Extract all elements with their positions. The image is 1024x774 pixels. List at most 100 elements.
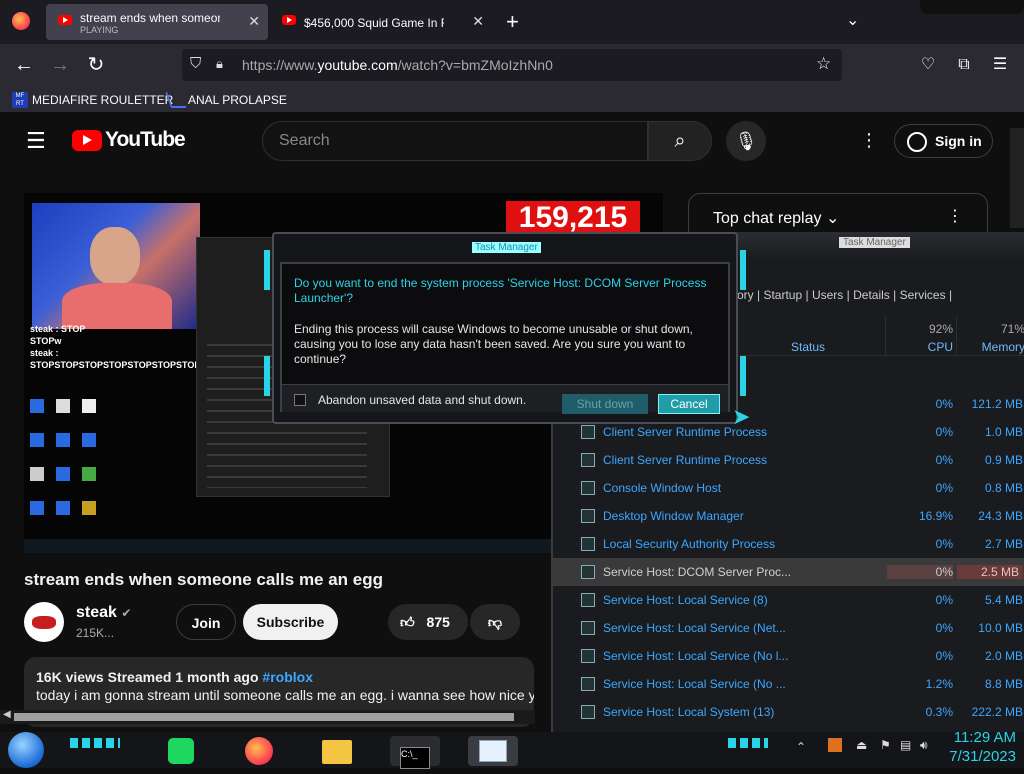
new-tab-icon[interactable]: + <box>506 9 519 35</box>
process-cpu: 0% <box>935 397 953 411</box>
process-row[interactable]: Desktop Window Manager 16.9% 24.3 MB <box>553 502 1024 530</box>
shield-icon[interactable]: ⛉ <box>190 55 201 72</box>
start-button[interactable] <box>8 732 44 768</box>
channel-name[interactable]: steak ✔ <box>76 604 131 622</box>
hashtag-link[interactable]: #roblox <box>262 669 313 685</box>
cpu-column-header[interactable]: CPU <box>923 340 953 354</box>
process-row[interactable]: Service Host: Local Service (No ... 1.2% 8… <box>553 670 1024 698</box>
tab-startup[interactable]: Startup <box>763 288 802 302</box>
hamburger-menu-icon[interactable]: ☰ <box>988 53 1012 77</box>
process-name: Local Security Authority Process <box>603 537 776 551</box>
process-row[interactable]: Local Security Authority Process 0% 2.7 MB <box>553 530 1024 558</box>
pocket-icon[interactable]: ♡ <box>916 53 940 77</box>
chat-more-icon[interactable]: ⋮ <box>947 206 963 226</box>
spotify-app-icon[interactable] <box>156 736 206 766</box>
scrollbar-thumb[interactable] <box>14 713 514 721</box>
reload-icon[interactable]: ↻ <box>84 53 108 77</box>
process-icon <box>581 481 595 495</box>
microphone-icon: 🎙︎ <box>734 131 758 151</box>
forward-arrow-icon[interactable]: → <box>48 53 72 77</box>
subscribe-button[interactable]: Subscribe <box>243 604 338 640</box>
firefox-app-icon[interactable] <box>234 736 284 766</box>
horizontal-scrollbar[interactable]: ◀ <box>0 709 535 724</box>
desktop-icon <box>56 433 70 447</box>
tab-playing-status: PLAYING <box>80 25 119 35</box>
tab-app-history[interactable]: ory <box>737 288 754 302</box>
dialog-title: Task Manager <box>472 242 541 253</box>
shut-down-button[interactable]: Shut down <box>562 394 648 414</box>
firefox-menu-icon[interactable] <box>12 12 30 30</box>
tab-bar: stream ends when someone ca PLAYING ✕ $4… <box>0 0 1024 44</box>
tab-squid-game[interactable]: $456,000 Squid Game In Real Li ✕ <box>270 4 492 40</box>
status-column-header[interactable]: Status <box>791 340 825 354</box>
more-options-icon[interactable]: ⋮ <box>860 130 878 151</box>
memory-column-header[interactable]: Memory <box>959 340 1024 354</box>
abandon-checkbox-label[interactable]: Abandon unsaved data and shut down. <box>318 393 526 407</box>
task-manager-title: Task Manager <box>839 237 910 248</box>
process-row[interactable]: Service Host: Local Service (8) 0% 5.4 MB <box>553 586 1024 614</box>
eject-tray-icon[interactable]: ⏏ <box>856 738 867 752</box>
process-row[interactable]: Console Window Host 0% 0.8 MB <box>553 474 1024 502</box>
youtube-favicon-icon <box>58 15 72 25</box>
console-app-icon[interactable]: C:\_ <box>390 736 440 769</box>
fire-tray-icon[interactable] <box>828 738 842 752</box>
sign-in-button[interactable]: Sign in <box>894 124 993 158</box>
cpu-percent: 92% <box>928 322 953 336</box>
tab-users[interactable]: Users <box>812 288 843 302</box>
tab-details[interactable]: Details <box>853 288 890 302</box>
subscriber-count: 215K... <box>76 626 115 640</box>
address-bar[interactable]: ⛉ 🔒︎ https://www.youtube.com/watch?v=bmZ… <box>182 49 842 81</box>
flag-tray-icon[interactable]: ⚑ <box>880 738 891 752</box>
navigation-bar: ← → ↻ ⛉ 🔒︎ https://www.youtube.com/watch… <box>0 44 1024 86</box>
volume-tray-icon[interactable]: 🔊︎ <box>920 738 928 753</box>
verified-check-icon: ✔ <box>121 606 132 620</box>
tab-services[interactable]: Services <box>900 288 946 302</box>
show-hidden-icons[interactable]: ⌃ <box>796 740 806 754</box>
join-button[interactable]: Join <box>176 604 236 640</box>
youtube-logo-text: YouTube <box>105 128 186 151</box>
desktop-icon <box>56 467 70 481</box>
bookmark-second[interactable]: ANAL PROLAPSE <box>165 91 287 109</box>
video-title: stream ends when someone calls me an egg <box>24 570 384 589</box>
process-row[interactable]: Service Host: Local System (13) 0.3% 222.2… <box>553 698 1024 726</box>
close-tab-icon[interactable]: ✕ <box>472 13 484 30</box>
file-explorer-app-icon[interactable] <box>312 736 362 766</box>
process-row[interactable]: Client Server Runtime Process 0% 0.9 MB <box>553 446 1024 474</box>
bookmark-star-icon[interactable]: ☆ <box>816 54 831 74</box>
process-name: Service Host: Local Service (No l... <box>603 649 789 663</box>
tab-stream[interactable]: stream ends when someone ca PLAYING ✕ <box>46 4 268 40</box>
webcam-feed <box>32 203 200 329</box>
desktop-icon <box>30 433 44 447</box>
task-manager-app-icon[interactable] <box>468 736 518 766</box>
abandon-checkbox[interactable] <box>294 394 306 406</box>
page-scrollbar[interactable] <box>1010 128 1024 228</box>
process-icon <box>581 425 595 439</box>
process-cpu: 0% <box>887 565 953 579</box>
process-cpu: 0% <box>935 453 953 467</box>
dislike-button[interactable]: 👎︎ <box>470 604 520 640</box>
like-button[interactable]: 👍︎ 875 <box>388 604 468 640</box>
list-tabs-chevron-icon[interactable]: ⌄ <box>846 10 859 30</box>
bookmark-mediafire[interactable]: MF RT MEDIAFIRE ROULETTER <box>12 91 173 109</box>
tm-tab-strip: ory | Startup | Users | Details | Servic… <box>737 288 953 302</box>
process-name: Console Window Host <box>603 481 722 495</box>
lock-icon[interactable]: 🔒︎ <box>216 56 223 72</box>
process-row[interactable]: Service Host: Local Service (No l... 0% 2.… <box>553 642 1024 670</box>
sign-in-label: Sign in <box>935 133 982 149</box>
network-tray-icon[interactable]: ▤ <box>900 738 911 752</box>
back-arrow-icon[interactable]: ← <box>12 53 36 77</box>
guide-menu-icon[interactable]: ☰ <box>26 128 46 154</box>
process-memory: 1.0 MB <box>984 425 1023 439</box>
extensions-icon[interactable]: ⧉ <box>952 53 976 77</box>
bookmark-label: ANAL PROLAPSE <box>188 93 287 107</box>
search-input[interactable]: Search <box>262 121 648 161</box>
process-row[interactable]: Service Host: DCOM Server Proc... 0% 2.5 M… <box>553 558 1024 586</box>
cancel-button[interactable]: Cancel <box>658 394 720 414</box>
process-row[interactable]: Service Host: Local Service (Net... 0% 10.… <box>553 614 1024 642</box>
voice-search-button[interactable]: 🎙︎ <box>726 121 766 161</box>
clock[interactable]: 11:29 AM 7/31/2023 <box>936 728 1016 766</box>
close-tab-icon[interactable]: ✕ <box>248 13 260 30</box>
scroll-left-icon[interactable]: ◀ <box>3 709 11 720</box>
channel-avatar[interactable] <box>24 602 64 642</box>
search-button[interactable]: ⌕ <box>648 121 712 161</box>
